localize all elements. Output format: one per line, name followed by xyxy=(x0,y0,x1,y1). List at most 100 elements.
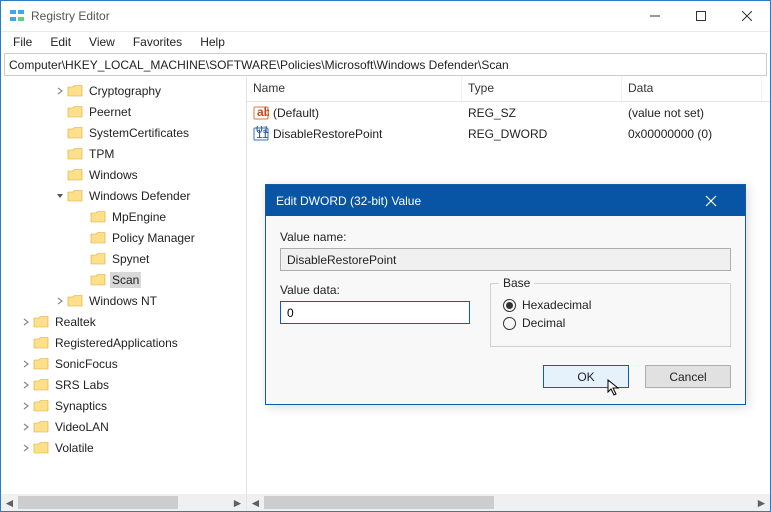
menu-view[interactable]: View xyxy=(81,33,123,51)
list-row[interactable]: ab (Default) REG_SZ (value not set) xyxy=(247,102,770,123)
tree-item-label: Peernet xyxy=(87,104,133,120)
tree-item-label: VideoLAN xyxy=(53,419,111,435)
radio-decimal[interactable]: Decimal xyxy=(503,316,718,330)
folder-icon xyxy=(90,252,106,266)
tree-item[interactable]: SonicFocus xyxy=(1,353,246,374)
window-titlebar: Registry Editor xyxy=(1,1,770,32)
base-legend: Base xyxy=(499,276,534,290)
folder-icon xyxy=(67,147,83,161)
dialog-titlebar[interactable]: Edit DWORD (32-bit) Value xyxy=(266,185,745,216)
radio-icon xyxy=(503,317,516,330)
tree-item[interactable]: Policy Manager xyxy=(1,227,246,248)
value-type: REG_DWORD xyxy=(468,127,547,141)
minimize-button[interactable] xyxy=(632,1,678,31)
value-data: (value not set) xyxy=(628,106,704,120)
tree-item-label: Cryptography xyxy=(87,83,163,99)
chevron-icon[interactable] xyxy=(53,192,67,200)
folder-icon xyxy=(90,273,106,287)
tree-item[interactable]: Peernet xyxy=(1,101,246,122)
tree-item-label: Synaptics xyxy=(53,398,109,414)
tree-item-label: RegisteredApplications xyxy=(53,335,180,351)
dialog-close-button[interactable] xyxy=(705,195,735,207)
list-row[interactable]: 011110 DisableRestorePoint REG_DWORD 0x0000… xyxy=(247,123,770,144)
tree-item[interactable]: Windows Defender xyxy=(1,185,246,206)
tree-item[interactable]: VideoLAN xyxy=(1,416,246,437)
folder-icon xyxy=(33,420,49,434)
tree-item[interactable]: Windows NT xyxy=(1,290,246,311)
menu-file[interactable]: File xyxy=(5,33,40,51)
folder-icon xyxy=(67,294,83,308)
chevron-icon[interactable] xyxy=(19,381,33,389)
folder-icon xyxy=(67,105,83,119)
tree-item[interactable]: Spynet xyxy=(1,248,246,269)
tree-item[interactable]: TPM xyxy=(1,143,246,164)
scroll-right-icon[interactable]: ► xyxy=(229,494,246,511)
chevron-icon[interactable] xyxy=(19,444,33,452)
tree-item-label: Policy Manager xyxy=(110,230,197,246)
chevron-icon[interactable] xyxy=(53,87,67,95)
tree-item-label: SystemCertificates xyxy=(87,125,191,141)
cancel-button[interactable]: Cancel xyxy=(645,365,731,388)
value-type: REG_SZ xyxy=(468,106,516,120)
tree-item-label: Windows Defender xyxy=(87,188,192,204)
address-bar[interactable]: Computer\HKEY_LOCAL_MACHINE\SOFTWARE\Pol… xyxy=(4,53,767,76)
scroll-left-icon[interactable]: ◄ xyxy=(247,494,264,511)
tree-item-label: Windows xyxy=(87,167,140,183)
folder-icon xyxy=(33,336,49,350)
col-header-data[interactable]: Data xyxy=(622,77,762,101)
address-text: Computer\HKEY_LOCAL_MACHINE\SOFTWARE\Pol… xyxy=(9,58,509,72)
tree-scrollbar[interactable]: ◄ ► xyxy=(1,494,247,511)
list-scrollbar[interactable]: ◄ ► xyxy=(247,494,770,511)
chevron-icon[interactable] xyxy=(19,402,33,410)
folder-icon xyxy=(67,126,83,140)
svg-text:ab: ab xyxy=(257,105,269,119)
value-type-icon: ab xyxy=(253,105,269,121)
tree-item[interactable]: RegisteredApplications xyxy=(1,332,246,353)
edit-dword-dialog: Edit DWORD (32-bit) Value Value name: Di… xyxy=(265,184,746,405)
radio-hexadecimal[interactable]: Hexadecimal xyxy=(503,298,718,312)
close-button[interactable] xyxy=(724,1,770,31)
tree-item[interactable]: SystemCertificates xyxy=(1,122,246,143)
tree-item[interactable]: Scan xyxy=(1,269,246,290)
window-title: Registry Editor xyxy=(31,9,632,23)
chevron-icon[interactable] xyxy=(19,318,33,326)
folder-icon xyxy=(33,357,49,371)
tree-item[interactable]: MpEngine xyxy=(1,206,246,227)
chevron-icon[interactable] xyxy=(53,297,67,305)
value-type-icon: 011110 xyxy=(253,126,269,142)
folder-icon xyxy=(67,84,83,98)
tree-item[interactable]: SRS Labs xyxy=(1,374,246,395)
col-header-type[interactable]: Type xyxy=(462,77,622,101)
folder-icon xyxy=(67,189,83,203)
col-header-name[interactable]: Name xyxy=(247,77,462,101)
registry-tree[interactable]: Cryptography Peernet SystemCertificates TPM… xyxy=(1,77,247,494)
regedit-icon xyxy=(9,8,25,24)
menu-edit[interactable]: Edit xyxy=(42,33,79,51)
chevron-icon[interactable] xyxy=(19,423,33,431)
value-name: (Default) xyxy=(273,106,319,120)
tree-item[interactable]: Volatile xyxy=(1,437,246,458)
folder-icon xyxy=(33,441,49,455)
dialog-title: Edit DWORD (32-bit) Value xyxy=(276,194,705,208)
scroll-left-icon[interactable]: ◄ xyxy=(1,494,18,511)
tree-item-label: TPM xyxy=(87,146,116,162)
value-name: DisableRestorePoint xyxy=(273,127,382,141)
tree-item-label: Spynet xyxy=(110,251,151,267)
tree-item-label: SRS Labs xyxy=(53,377,111,393)
menu-favorites[interactable]: Favorites xyxy=(125,33,190,51)
scroll-right-icon[interactable]: ► xyxy=(753,494,770,511)
chevron-icon[interactable] xyxy=(19,360,33,368)
tree-item[interactable]: Synaptics xyxy=(1,395,246,416)
folder-icon xyxy=(33,378,49,392)
maximize-button[interactable] xyxy=(678,1,724,31)
tree-item[interactable]: Cryptography xyxy=(1,80,246,101)
tree-item-label: Scan xyxy=(110,272,141,288)
tree-item[interactable]: Windows xyxy=(1,164,246,185)
value-name-label: Value name: xyxy=(280,230,731,244)
value-data-input[interactable] xyxy=(280,301,470,324)
tree-item[interactable]: Realtek xyxy=(1,311,246,332)
value-data: 0x00000000 (0) xyxy=(628,127,712,141)
menu-help[interactable]: Help xyxy=(192,33,233,51)
folder-icon xyxy=(90,231,106,245)
tree-item-label: Realtek xyxy=(53,314,98,330)
